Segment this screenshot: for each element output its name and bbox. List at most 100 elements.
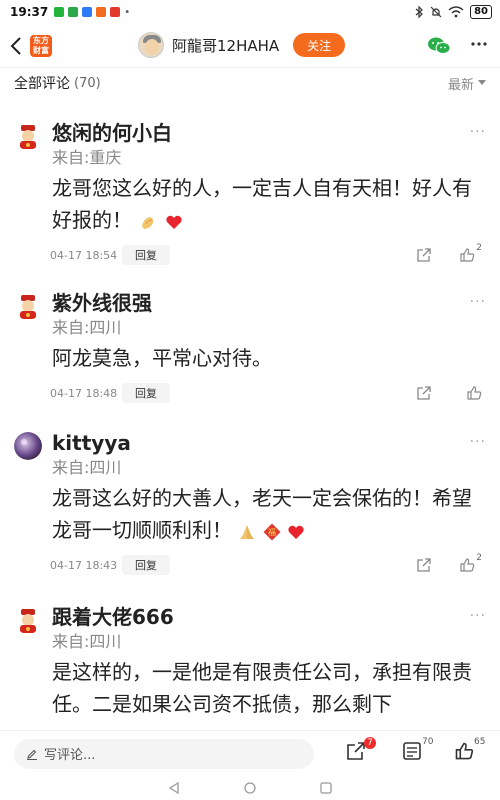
share-icon	[347, 742, 365, 760]
commenter-location: 来自:四川	[52, 318, 122, 337]
commenter-location: 来自:四川	[52, 632, 122, 651]
nav-back-icon[interactable]	[167, 781, 181, 795]
pencil-icon	[27, 749, 37, 760]
comment-list-icon	[403, 742, 421, 760]
share-icon[interactable]	[416, 247, 432, 263]
nav-home-icon[interactable]	[243, 781, 257, 795]
like-button[interactable]: 2	[459, 243, 482, 263]
thumbs-up-icon	[455, 742, 474, 760]
author-info[interactable]: 阿龍哥12HAHA 关注	[138, 32, 346, 58]
chevron-left-icon	[10, 36, 21, 55]
nav-recents-icon[interactable]	[319, 781, 333, 795]
wechat-share-icon[interactable]	[427, 36, 451, 56]
like-action-button[interactable]: 65	[454, 737, 485, 765]
comment-total: (70)	[74, 75, 101, 91]
like-count: 2	[476, 243, 482, 253]
comments-header: 全部评论 (70) 最新	[0, 68, 500, 98]
status-time: 19:37	[10, 5, 49, 19]
reply-button[interactable]: 回复	[122, 555, 170, 575]
commenter-name[interactable]: 紫外线很强	[52, 268, 484, 316]
heart-emoji-icon	[166, 215, 182, 229]
commenter-location: 来自:重庆	[52, 148, 122, 167]
notification-app-icon	[96, 7, 107, 17]
thumbs-up-icon	[460, 248, 475, 262]
comment-list: ··· 悠闲的何小白 来自:重庆 龙哥您这么好的人，一定吉人自有天相！好人有好报…	[0, 98, 500, 742]
sort-label: 最新	[447, 77, 474, 93]
notification-app-icon	[82, 7, 93, 17]
commenter-name[interactable]: kittyya	[52, 408, 484, 456]
author-name[interactable]: 阿龍哥12HAHA	[172, 35, 279, 56]
comment-item: ··· 跟着大佬666 来自:四川 是这样的，一是他是有限责任公司，承担有限责任…	[0, 582, 500, 742]
like-count: 2	[476, 553, 482, 563]
system-nav-bar	[0, 776, 500, 800]
commenter-location: 来自:四川	[52, 458, 122, 477]
comment-more-icon[interactable]: ···	[470, 294, 486, 310]
share-icon[interactable]	[416, 385, 432, 401]
heart-emoji-icon	[288, 525, 304, 539]
sort-dropdown[interactable]: 最新	[448, 74, 486, 93]
commenter-name[interactable]: 悠闲的何小白	[52, 98, 484, 146]
status-bar: 19:37 • 80	[0, 0, 500, 24]
like-button[interactable]: 2	[459, 553, 482, 573]
section-title: 全部评论	[14, 76, 70, 92]
wifi-icon	[448, 6, 464, 18]
photo-avatar-icon[interactable]	[14, 432, 42, 460]
share-action-button[interactable]: 7	[346, 737, 376, 765]
comment-item: ··· 悠闲的何小白 来自:重庆 龙哥您这么好的人，一定吉人自有天相！好人有好报…	[0, 98, 500, 268]
notification-app-icon	[110, 7, 121, 17]
comment-text: 龙哥这么好的大善人，老天一定会保佑的！希望龙哥一切顺顺利利！ 福	[52, 482, 484, 546]
comment-more-icon[interactable]: ···	[470, 608, 486, 624]
svg-text:福: 福	[268, 528, 276, 537]
comment-footer: 04-17 18:54 回复 2	[50, 242, 484, 268]
reply-button[interactable]: 回复	[122, 383, 170, 403]
comment-count: 70	[422, 737, 434, 747]
app-logo[interactable]: 东方 财富	[30, 34, 52, 57]
follow-button[interactable]: 关注	[293, 33, 346, 57]
like-button[interactable]	[466, 385, 482, 401]
write-comment-placeholder: 写评论...	[44, 748, 96, 763]
god-of-wealth-avatar-icon[interactable]	[14, 606, 42, 634]
reply-button[interactable]: 回复	[122, 245, 170, 265]
god-of-wealth-avatar-icon[interactable]	[14, 292, 42, 320]
bluetooth-icon	[415, 6, 423, 18]
back-button[interactable]	[2, 24, 30, 68]
mute-icon	[430, 6, 442, 18]
comment-text: 龙哥您这么好的人，一定吉人自有天相！好人有好报的！	[52, 172, 484, 236]
pray-emoji-icon	[240, 524, 255, 539]
like-total: 65	[474, 737, 486, 747]
comments-action-button[interactable]: 70	[402, 737, 433, 765]
comment-body: 阿龙莫急，平常心对待。	[52, 346, 272, 370]
comment-item: ··· 紫外线很强 来自:四川 阿龙莫急，平常心对待。 04-17 18:48 …	[0, 268, 500, 408]
fortune-emoji-icon: 福	[263, 523, 281, 540]
god-of-wealth-avatar-icon[interactable]	[14, 122, 42, 150]
comment-date: 04-17 18:48	[50, 386, 118, 400]
author-avatar[interactable]	[138, 32, 164, 58]
battery-indicator: 80	[470, 5, 492, 19]
notification-app-icon	[54, 7, 65, 17]
thumbs-up-icon	[467, 386, 482, 400]
comment-date: 04-17 18:43	[50, 558, 118, 572]
comment-more-icon[interactable]: ···	[470, 434, 486, 450]
comment-more-icon[interactable]: ···	[470, 124, 486, 140]
comment-date: 04-17 18:54	[50, 248, 118, 262]
comment-body: 龙哥您这么好的人，一定吉人自有天相！好人有好报的！	[52, 176, 472, 232]
comment-footer: 04-17 18:43 回复 2	[50, 552, 484, 578]
commenter-name[interactable]: 跟着大佬666	[52, 582, 484, 630]
more-dot-icon: •	[124, 6, 131, 18]
clap-emoji-icon	[142, 216, 154, 229]
write-comment-input[interactable]: 写评论...	[14, 738, 314, 769]
share-badge: 7	[364, 737, 376, 749]
comment-footer: 04-17 18:48 回复	[50, 380, 484, 406]
comment-text: 是这样的，一是他是有限责任公司，承担有限责任。二是如果公司资不抵债，那么剩下	[52, 656, 484, 720]
caret-down-icon	[478, 80, 486, 85]
more-icon[interactable]	[470, 34, 488, 54]
bottom-action-bar: 写评论... 7 70 65	[0, 730, 500, 776]
top-header: 东方 财富 阿龍哥12HAHA 关注	[0, 24, 500, 68]
comment-item: ··· kittyya 来自:四川 龙哥这么好的大善人，老天一定会保佑的！希望龙…	[0, 408, 500, 582]
comment-body: 是这样的，一是他是有限责任公司，承担有限责任。二是如果公司资不抵债，那么剩下	[52, 660, 472, 716]
share-icon[interactable]	[416, 557, 432, 573]
notification-wechat-icon	[68, 7, 79, 17]
thumbs-up-icon	[460, 558, 475, 572]
page: 19:37 • 80 东方 财富 阿龍哥12HAHA 关注 全部评论 (70) …	[0, 0, 500, 800]
comment-text: 阿龙莫急，平常心对待。	[52, 342, 484, 374]
